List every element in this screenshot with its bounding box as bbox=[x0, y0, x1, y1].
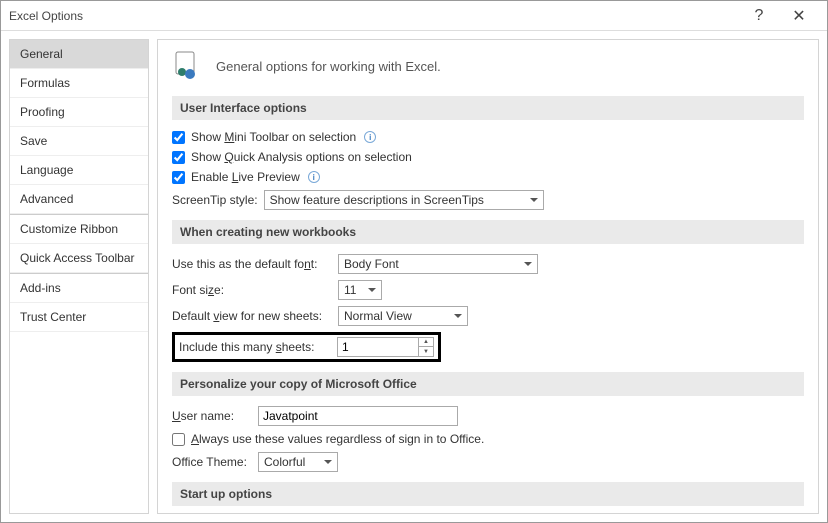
office-theme-dropdown[interactable]: Colorful bbox=[258, 452, 338, 472]
sidebar-item-proofing[interactable]: Proofing bbox=[10, 98, 148, 127]
always-use-values-label: Always use these values regardless of si… bbox=[191, 432, 484, 446]
default-font-value: Body Font bbox=[344, 257, 399, 271]
info-icon[interactable]: i bbox=[364, 131, 376, 143]
sidebar-item-save[interactable]: Save bbox=[10, 127, 148, 156]
general-options-icon bbox=[172, 50, 204, 82]
close-button[interactable]: ✕ bbox=[779, 2, 819, 30]
show-mini-toolbar-checkbox[interactable] bbox=[172, 131, 185, 144]
sidebar-item-trust-center[interactable]: Trust Center bbox=[10, 303, 148, 332]
include-sheets-highlight: Include this many sheets: ▲ ▼ bbox=[172, 332, 441, 362]
font-size-dropdown[interactable]: 11 bbox=[338, 280, 382, 300]
page-heading-text: General options for working with Excel. bbox=[216, 59, 441, 74]
font-size-value: 11 bbox=[344, 283, 356, 297]
default-view-value: Normal View bbox=[344, 309, 412, 323]
sidebar-item-customize-ribbon[interactable]: Customize Ribbon bbox=[10, 214, 148, 244]
username-label: User name: bbox=[172, 409, 252, 423]
help-button[interactable]: ? bbox=[739, 2, 779, 30]
sidebar: General Formulas Proofing Save Language … bbox=[9, 39, 149, 514]
sidebar-item-formulas[interactable]: Formulas bbox=[10, 69, 148, 98]
dialog-body: General Formulas Proofing Save Language … bbox=[1, 31, 827, 522]
enable-live-preview-label: Enable Live Preview bbox=[191, 170, 300, 184]
content-panel: General options for working with Excel. … bbox=[157, 39, 819, 514]
excel-options-dialog: Excel Options ? ✕ General Formulas Proof… bbox=[0, 0, 828, 523]
show-mini-toolbar-label: Show Mini Toolbar on selection bbox=[191, 130, 356, 144]
always-use-values-checkbox[interactable] bbox=[172, 433, 185, 446]
sidebar-item-quick-access-toolbar[interactable]: Quick Access Toolbar bbox=[10, 244, 148, 273]
include-sheets-spinner[interactable]: ▲ ▼ bbox=[337, 337, 434, 357]
section-startup: Start up options bbox=[172, 482, 804, 506]
section-personalize: Personalize your copy of Microsoft Offic… bbox=[172, 372, 804, 396]
show-quick-analysis-checkbox[interactable] bbox=[172, 151, 185, 164]
page-heading: General options for working with Excel. bbox=[172, 50, 804, 82]
username-input[interactable] bbox=[258, 406, 458, 426]
office-theme-label: Office Theme: bbox=[172, 455, 252, 469]
sidebar-item-add-ins[interactable]: Add-ins bbox=[10, 273, 148, 303]
sidebar-item-advanced[interactable]: Advanced bbox=[10, 185, 148, 214]
dialog-title: Excel Options bbox=[9, 9, 739, 23]
screentip-style-value: Show feature descriptions in ScreenTips bbox=[270, 193, 484, 207]
show-quick-analysis-label: Show Quick Analysis options on selection bbox=[191, 150, 412, 164]
screentip-style-dropdown[interactable]: Show feature descriptions in ScreenTips bbox=[264, 190, 544, 210]
include-sheets-label: Include this many sheets: bbox=[179, 340, 329, 354]
help-icon: ? bbox=[755, 7, 764, 25]
close-icon: ✕ bbox=[792, 6, 805, 26]
include-sheets-input[interactable] bbox=[338, 338, 418, 356]
enable-live-preview-checkbox[interactable] bbox=[172, 171, 185, 184]
screentip-style-label: ScreenTip style: bbox=[172, 193, 258, 207]
spinner-down-button[interactable]: ▼ bbox=[419, 347, 433, 356]
office-theme-value: Colorful bbox=[264, 455, 305, 469]
default-font-label: Use this as the default font: bbox=[172, 257, 332, 271]
info-icon[interactable]: i bbox=[308, 171, 320, 183]
default-font-dropdown[interactable]: Body Font bbox=[338, 254, 538, 274]
sidebar-item-language[interactable]: Language bbox=[10, 156, 148, 185]
default-view-label: Default view for new sheets: bbox=[172, 309, 332, 323]
sidebar-item-general[interactable]: General bbox=[10, 40, 148, 69]
section-ui-options: User Interface options bbox=[172, 96, 804, 120]
titlebar: Excel Options ? ✕ bbox=[1, 1, 827, 31]
font-size-label: Font size: bbox=[172, 283, 332, 297]
spinner-up-button[interactable]: ▲ bbox=[419, 338, 433, 347]
default-view-dropdown[interactable]: Normal View bbox=[338, 306, 468, 326]
section-new-workbooks: When creating new workbooks bbox=[172, 220, 804, 244]
